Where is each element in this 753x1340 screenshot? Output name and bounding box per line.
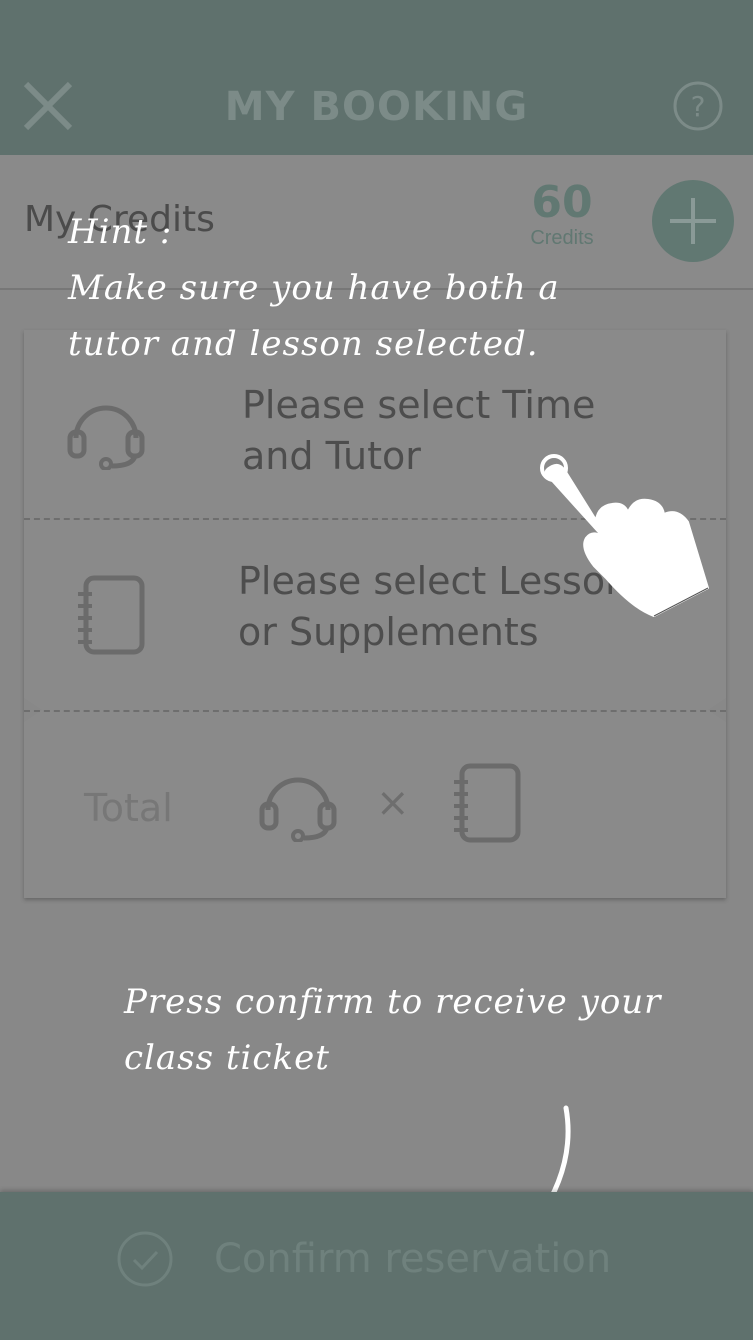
headset-icon: [258, 764, 338, 842]
confirm-reservation-button[interactable]: Confirm reservation: [0, 1192, 753, 1340]
add-credits-button[interactable]: [652, 180, 734, 262]
hint-line: tutor and lesson selected.: [68, 324, 539, 364]
notebook-icon: [76, 574, 148, 658]
help-icon[interactable]: ?: [672, 80, 724, 132]
checkmark-circle-icon: [116, 1230, 174, 1288]
divider: [24, 710, 726, 712]
hint-bottom: Press confirm to receive your class tick…: [124, 974, 661, 1086]
hint-line: Press confirm to receive your: [124, 982, 662, 1022]
hint-line: Make sure you have both a: [68, 268, 560, 308]
svg-text:?: ?: [691, 90, 706, 123]
headset-icon: [66, 392, 146, 470]
notebook-icon: [452, 762, 524, 846]
top-bar: MY BOOKING ?: [0, 0, 753, 155]
tutor-prompt-line: Please select Time: [242, 383, 596, 427]
pointing-hand-icon: [536, 448, 716, 618]
total-label: Total: [84, 786, 173, 830]
hint-top: Hint : Make sure you have both a tutor a…: [68, 204, 560, 372]
plus-icon: [670, 198, 716, 244]
confirm-label: Confirm reservation: [214, 1236, 612, 1282]
hint-line: Hint :: [68, 212, 173, 252]
page-title: MY BOOKING: [224, 84, 529, 130]
times-symbol: ×: [376, 780, 410, 826]
hint-line: class ticket: [124, 1038, 330, 1078]
